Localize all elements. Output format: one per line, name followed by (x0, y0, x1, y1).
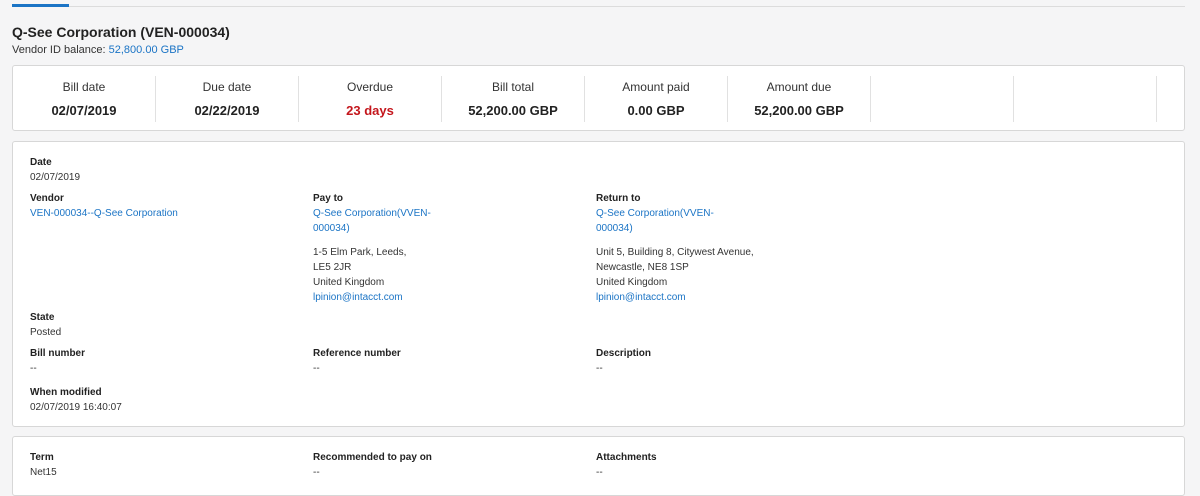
return-to-contact-link[interactable]: Q-See Corporation(VVEN- 000034) (596, 206, 754, 236)
summary-label: Amount paid (622, 80, 690, 94)
pay-to-contact-link[interactable]: Q-See Corporation(VVEN- 000034) (313, 206, 431, 236)
field-label: Pay to (313, 193, 344, 204)
summary-empty-cell (1014, 76, 1157, 122)
recommended-pay-field: Recommended to pay on -- (313, 450, 432, 480)
field-label: Vendor (30, 193, 64, 204)
vendor-balance: Vendor ID balance: 52,800.00 GBP (12, 44, 230, 56)
pay-to-field: Pay to Q-See Corporation(VVEN- 000034) 1… (313, 191, 431, 305)
field-value: 02/07/2019 (30, 172, 81, 183)
field-value: -- (313, 467, 320, 478)
page-header: Q-See Corporation (VEN-000034) Vendor ID… (12, 24, 230, 56)
return-to-name-line2: 000034) (596, 223, 633, 234)
balance-label: Vendor ID balance: (12, 44, 106, 56)
summary-label: Bill total (491, 80, 535, 94)
active-tab-indicator[interactable] (12, 4, 69, 7)
summary-value: 52,200.00 GBP (468, 103, 558, 118)
field-value: -- (596, 363, 603, 374)
address-line: Newcastle, NE8 1SP (596, 262, 689, 273)
attachments-field: Attachments -- (596, 450, 657, 480)
field-label: When modified (30, 387, 102, 398)
summary-value: 52,200.00 GBP (754, 103, 844, 118)
address-line: LE5 2JR (313, 262, 352, 273)
pay-to-name-line1: Q-See Corporation(VVEN- (313, 208, 431, 219)
bill-details-card: Date 02/07/2019 Vendor VEN-000034--Q-See… (12, 141, 1185, 427)
payment-terms-card: Term Net15 Recommended to pay on -- Atta… (12, 436, 1185, 496)
address-line: United Kingdom (313, 277, 385, 288)
field-label: State (30, 312, 55, 323)
address-line: 1-5 Elm Park, Leeds, (313, 247, 407, 258)
pay-to-address: 1-5 Elm Park, Leeds, LE5 2JR United King… (313, 245, 431, 305)
return-to-name-line1: Q-See Corporation(VVEN- (596, 208, 714, 219)
field-value: 02/07/2019 16:40:07 (30, 402, 122, 413)
field-value: -- (596, 467, 603, 478)
top-tab-bar (12, 0, 1185, 7)
when-modified-field: When modified 02/07/2019 16:40:07 (30, 385, 122, 415)
field-label: Reference number (313, 348, 401, 359)
pay-to-email-link[interactable]: lpinion@intacct.com (313, 290, 431, 305)
vendor-link[interactable]: VEN-000034--Q-See Corporation (30, 206, 178, 221)
summary-value: 02/07/2019 (51, 103, 117, 118)
field-label: Description (596, 348, 652, 359)
page-title: Q-See Corporation (VEN-000034) (12, 24, 230, 40)
summary-label: Amount due (766, 80, 832, 94)
bill-number-field: Bill number -- (30, 346, 85, 376)
summary-due-date: Due date 02/22/2019 (156, 76, 299, 122)
field-label: Bill number (30, 348, 86, 359)
field-value: -- (30, 363, 37, 374)
field-value: Posted (30, 327, 62, 338)
summary-bill-date: Bill date 02/07/2019 (13, 76, 156, 122)
address-line: United Kingdom (596, 277, 668, 288)
field-label: Term (30, 452, 54, 463)
summary-amount-due: Amount due 52,200.00 GBP (728, 76, 871, 122)
bill-summary-card: Bill date 02/07/2019 Due date 02/22/2019… (12, 65, 1185, 131)
return-to-email-link[interactable]: lpinion@intacct.com (596, 290, 754, 305)
pay-to-name-line2: 000034) (313, 223, 350, 234)
term-field: Term Net15 (30, 450, 57, 480)
field-value: Net15 (30, 467, 57, 478)
state-field: State Posted (30, 310, 61, 340)
summary-value: 0.00 GBP (627, 103, 685, 118)
summary-overdue: Overdue 23 days (299, 76, 442, 122)
summary-label: Overdue (346, 80, 394, 94)
field-label: Date (30, 157, 52, 168)
summary-label: Due date (202, 80, 252, 94)
balance-value-link[interactable]: 52,800.00 (109, 44, 158, 56)
address-line: Unit 5, Building 8, Citywest Avenue, (596, 247, 754, 258)
field-label: Attachments (596, 452, 657, 463)
balance-currency: GBP (160, 44, 184, 56)
vendor-field: Vendor VEN-000034--Q-See Corporation (30, 191, 178, 221)
date-field: Date 02/07/2019 (30, 155, 80, 185)
summary-label: Bill date (62, 80, 106, 94)
summary-value: 02/22/2019 (194, 103, 260, 118)
summary-value-overdue: 23 days (346, 103, 394, 118)
field-label: Return to (596, 193, 641, 204)
return-to-field: Return to Q-See Corporation(VVEN- 000034… (596, 191, 754, 305)
return-to-address: Unit 5, Building 8, Citywest Avenue, New… (596, 245, 754, 305)
field-value: -- (313, 363, 320, 374)
summary-bill-total: Bill total 52,200.00 GBP (442, 76, 585, 122)
summary-empty-cell (871, 76, 1014, 122)
field-label: Recommended to pay on (313, 452, 432, 463)
description-field: Description -- (596, 346, 651, 376)
reference-number-field: Reference number -- (313, 346, 401, 376)
summary-amount-paid: Amount paid 0.00 GBP (585, 76, 728, 122)
